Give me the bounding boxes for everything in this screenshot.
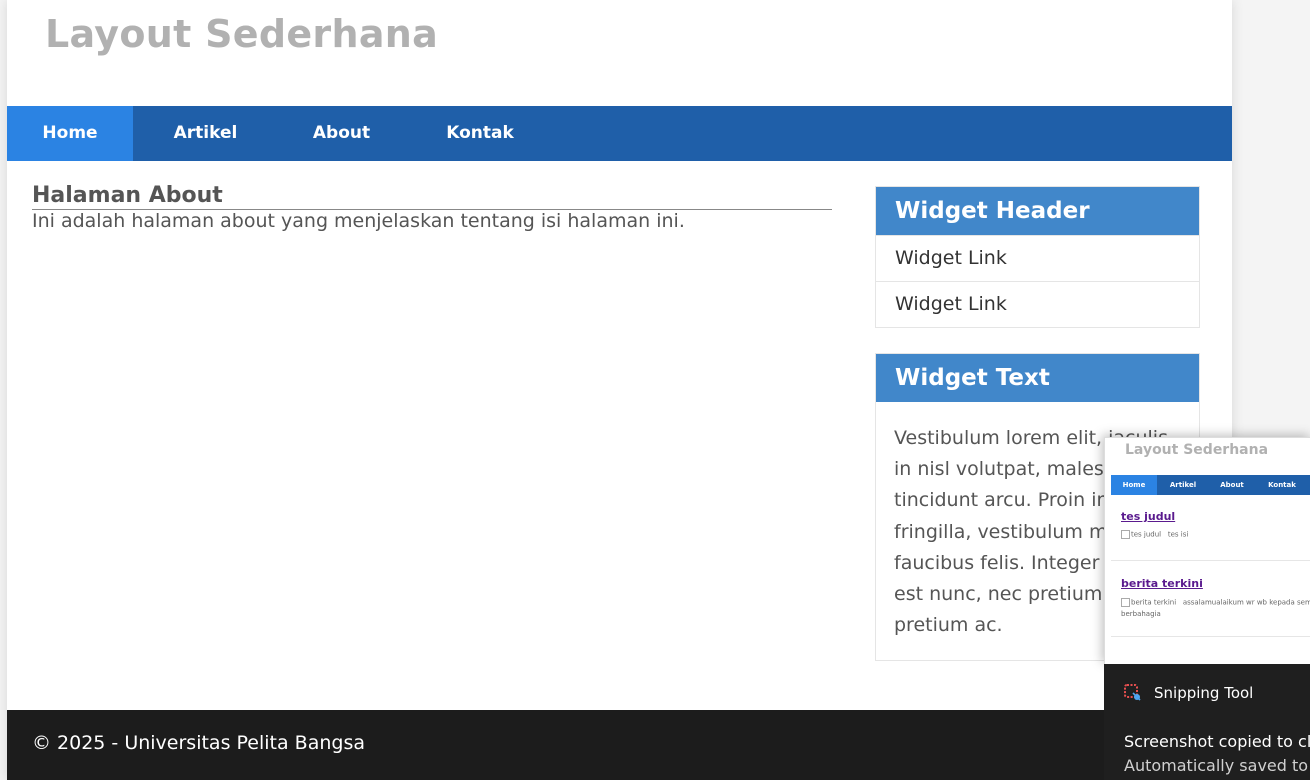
nav-item-artikel[interactable]: Artikel [133, 106, 278, 161]
page-heading: Halaman About [32, 183, 832, 210]
nav-item-kontak[interactable]: Kontak [405, 106, 555, 161]
preview-post-excerpt-cont: berbahagia [1121, 610, 1161, 618]
preview-post-excerpt: assalamualaikum wr wb kepada semua [1182, 598, 1310, 607]
snipping-tool-icon [1124, 684, 1141, 701]
main-nav: Home Artikel About Kontak [7, 106, 1232, 161]
preview-image-alt: tes judul [1131, 530, 1162, 539]
toast-app-name: Snipping Tool [1154, 684, 1254, 702]
widget-header-title: Widget Header [876, 187, 1199, 235]
footer-copyright: © 2025 - Universitas Pelita Bangsa [32, 732, 365, 754]
toast-subtext: Automatically saved to s [1124, 756, 1310, 775]
preview-nav-home: Home [1111, 475, 1157, 495]
site-title: Layout Sederhana [45, 12, 439, 56]
page-body-text: Ini adalah halaman about yang menjelaska… [32, 210, 685, 232]
preview-nav: Home Artikel About Kontak [1111, 475, 1310, 495]
snip-preview-thumbnail[interactable]: Layout Sederhana Home Artikel About Kont… [1104, 437, 1310, 665]
preview-nav-kontak: Kontak [1268, 481, 1296, 489]
toast-message: Screenshot copied to cli [1124, 732, 1310, 751]
preview-divider [1111, 636, 1310, 637]
preview-image-alt: berita terkini [1131, 598, 1177, 607]
snipping-tool-notification[interactable]: Snipping Tool Screenshot copied to cli A… [1104, 664, 1310, 780]
preview-nav-about: About [1220, 481, 1244, 489]
preview-post-row: berita terkini assalamualaikum wr wb kep… [1121, 598, 1310, 607]
nav-item-home[interactable]: Home [7, 106, 133, 161]
preview-divider [1111, 560, 1310, 561]
widget-text-title: Widget Text [876, 354, 1199, 402]
preview-site-title: Layout Sederhana [1125, 442, 1269, 458]
widget-links: Widget Header Widget Link Widget Link [875, 186, 1200, 328]
preview-post-excerpt: tes isi [1167, 530, 1189, 539]
widget-link[interactable]: Widget Link [876, 235, 1199, 281]
preview-post-title: tes judul [1121, 510, 1176, 523]
nav-item-about[interactable]: About [278, 106, 405, 161]
broken-image-icon [1121, 530, 1130, 539]
broken-image-icon [1121, 598, 1130, 607]
preview-post-row: tes judul tes isi [1121, 530, 1188, 539]
preview-post-title: berita terkini [1121, 577, 1203, 590]
widget-link[interactable]: Widget Link [876, 281, 1199, 327]
preview-nav-artikel: Artikel [1169, 481, 1197, 489]
main-content: Halaman About Ini adalah halaman about y… [32, 183, 832, 232]
